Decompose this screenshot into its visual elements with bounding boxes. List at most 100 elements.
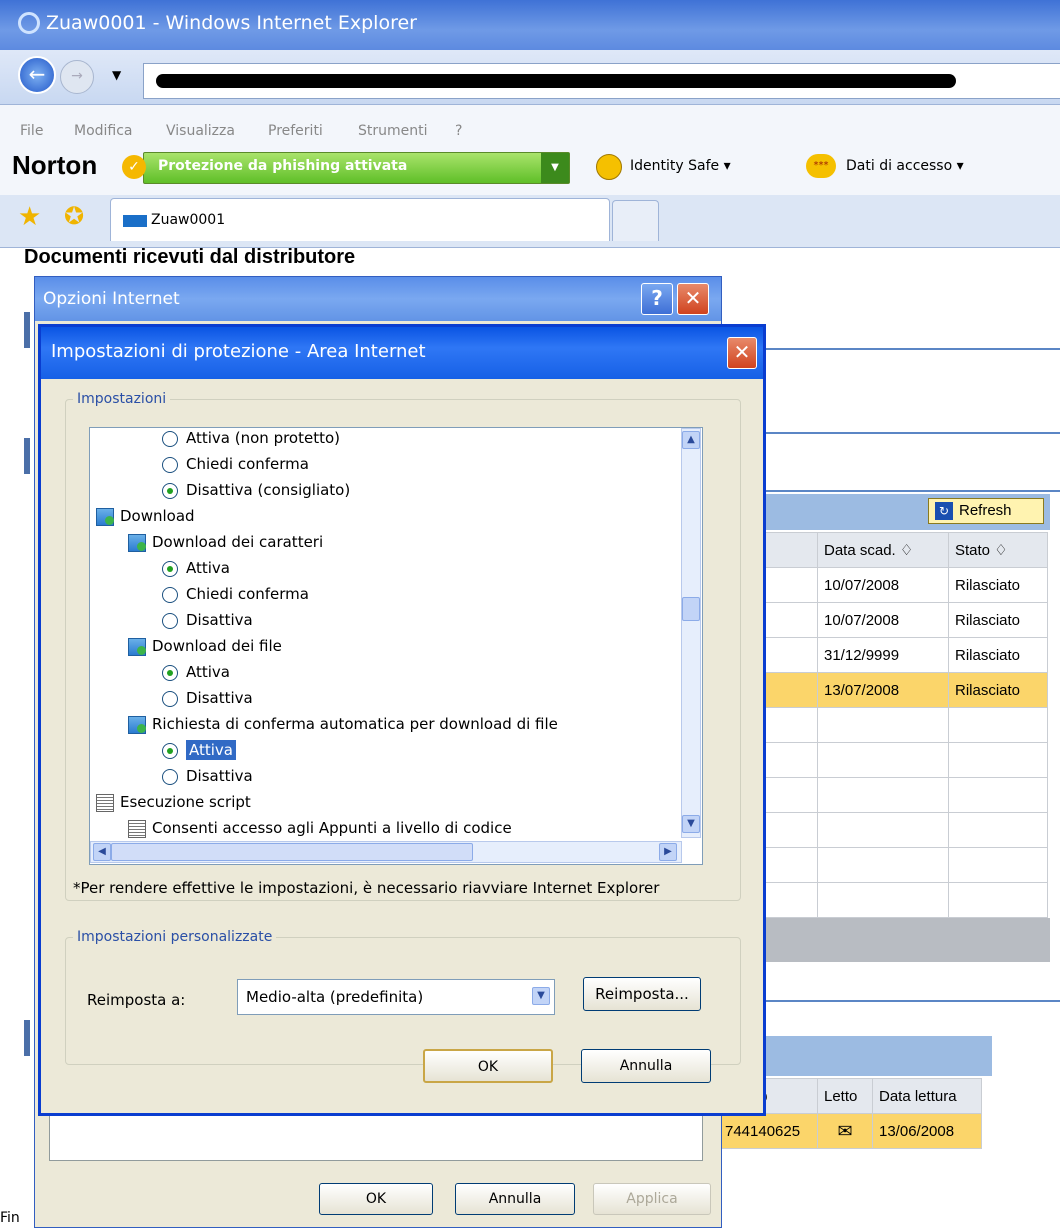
tree-group[interactable]: Download dei file [128, 637, 282, 656]
option-label: Attiva [186, 740, 236, 760]
favorites-star-icon[interactable]: ★ [18, 202, 41, 232]
column-header[interactable]: Data scad. ♢ [817, 532, 949, 568]
menu-preferiti[interactable]: Preferiti [268, 123, 323, 139]
add-favorite-icon[interactable]: ✪ [64, 202, 84, 230]
table-row[interactable] [718, 847, 1048, 883]
norton-logo: Norton [12, 150, 98, 180]
new-tab-button[interactable] [612, 200, 659, 241]
column-header[interactable]: Data lettura [872, 1078, 982, 1114]
option-label: Chiedi conferma [186, 455, 309, 473]
option-label: Disattiva [186, 611, 253, 629]
apply-button[interactable]: Applica [593, 1183, 711, 1215]
scroll-left-button[interactable]: ◀ [93, 843, 111, 861]
table-row[interactable] [718, 882, 1048, 918]
radio-checked-icon [162, 560, 178, 577]
tree-group[interactable]: Esecuzione script [96, 793, 251, 812]
scroll-thumb[interactable] [682, 597, 700, 621]
option-label: Attiva [186, 663, 230, 681]
history-dropdown-icon[interactable]: ▼ [112, 68, 121, 82]
close-button[interactable]: ✕ [677, 283, 709, 315]
table-row[interactable]: /200810/07/2008Rilasciato [718, 567, 1048, 603]
settings-tree-list[interactable]: Attiva (non protetto) Chiedi conferma Disa… [89, 427, 703, 865]
cancel-button[interactable]: Annulla [455, 1183, 575, 1215]
window-title: Zuaw0001 - Windows Internet Explorer [46, 12, 417, 34]
table-row[interactable] [718, 812, 1048, 848]
grid-footer-bar [720, 918, 1050, 962]
ok-button[interactable]: OK [319, 1183, 433, 1215]
radio-option[interactable]: Attiva [162, 740, 236, 760]
lock-icon [596, 154, 622, 180]
dialog-title-bar: Impostazioni di protezione - Area Intern… [41, 327, 763, 379]
table-row[interactable]: 744140625 ✉ 13/06/2008 [718, 1113, 982, 1149]
option-label: Download [120, 507, 195, 525]
close-button[interactable]: ✕ [727, 337, 757, 369]
scroll-down-button[interactable]: ▼ [682, 815, 700, 833]
table-cell: Rilasciato [948, 602, 1048, 638]
download-settings-icon [128, 533, 146, 552]
radio-option[interactable]: Attiva [162, 663, 230, 681]
browser-title-bar: Zuaw0001 - Windows Internet Explorer [0, 0, 1060, 50]
menu-file[interactable]: File [20, 123, 43, 139]
tree-group[interactable]: Richiesta di conferma automatica per dow… [128, 715, 558, 734]
table-row[interactable] [718, 742, 1048, 778]
scroll-right-button[interactable]: ▶ [659, 843, 677, 861]
help-button[interactable]: ? [641, 283, 673, 315]
radio-option[interactable]: Disattiva [162, 689, 253, 707]
column-header[interactable]: Letto [817, 1078, 873, 1114]
reset-level-select[interactable]: Medio-alta (predefinita) ▼ [237, 979, 555, 1015]
radio-option[interactable]: Disattiva [162, 767, 253, 785]
tree-group[interactable]: Download dei caratteri [128, 533, 323, 552]
documents-table: cr. ♢ Data scad. ♢ Stato ♢ /200810/07/20… [718, 532, 1048, 918]
menu-visualizza[interactable]: Visualizza [166, 123, 235, 139]
section-marker [24, 1020, 30, 1056]
login-data-label: Dati di accesso ▾ [846, 158, 964, 174]
phishing-protection-dropdown[interactable]: ✓ Protezione da phishing attivata ▼ [122, 152, 570, 184]
back-button[interactable]: ← [18, 56, 56, 94]
table-cell: 10/07/2008 [817, 602, 949, 638]
tab-zuaw0001[interactable]: Zuaw0001 [110, 198, 610, 241]
reset-button[interactable]: Reimposta... [583, 977, 701, 1011]
radio-option[interactable]: Disattiva [162, 611, 253, 629]
radio-option[interactable]: Attiva (non protetto) [162, 429, 340, 447]
divider [720, 490, 1060, 492]
option-label: Attiva [186, 559, 230, 577]
tree-group[interactable]: Consenti accesso agli Appunti a livello … [128, 819, 512, 838]
address-bar[interactable] [143, 63, 1060, 99]
scroll-up-button[interactable]: ▲ [682, 431, 700, 449]
radio-option[interactable]: Disattiva (consigliato) [162, 481, 350, 499]
divider [720, 1000, 1060, 1002]
cancel-button[interactable]: Annulla [581, 1049, 711, 1083]
radio-option[interactable]: Chiedi conferma [162, 455, 309, 473]
table-row[interactable] [718, 777, 1048, 813]
dialog-title: Impostazioni di protezione - Area Intern… [51, 341, 426, 362]
section-marker [24, 438, 30, 474]
menu-strumenti[interactable]: Strumenti [358, 123, 428, 139]
option-label: Download dei caratteri [152, 533, 324, 551]
radio-option[interactable]: Attiva [162, 559, 230, 577]
chevron-down-icon[interactable]: ▼ [532, 987, 550, 1005]
table-cell: Rilasciato [948, 637, 1048, 673]
download-settings-icon [96, 507, 114, 526]
table-cell: Rilasciato [948, 567, 1048, 603]
table-row[interactable]: /200831/12/9999Rilasciato [718, 637, 1048, 673]
column-header[interactable]: Stato ♢ [948, 532, 1048, 568]
ok-button[interactable]: OK [423, 1049, 553, 1083]
option-label: Disattiva [186, 689, 253, 707]
download-settings-icon [128, 715, 146, 734]
dialog-title: Opzioni Internet [43, 289, 180, 309]
reset-level-value: Medio-alta (predefinita) [246, 988, 424, 1006]
refresh-button[interactable]: ↻ Refresh [928, 498, 1044, 524]
option-label: Download dei file [152, 637, 282, 655]
menu-modifica[interactable]: Modifica [74, 123, 133, 139]
forward-button[interactable]: → [60, 60, 94, 94]
vertical-scrollbar[interactable]: ▲ ▼ [681, 428, 701, 838]
horizontal-scrollbar[interactable]: ◀ ▶ [90, 841, 682, 863]
radio-option[interactable]: Chiedi conferma [162, 585, 309, 603]
table-row[interactable]: /200810/07/2008Rilasciato [718, 602, 1048, 638]
menu-help[interactable]: ? [455, 123, 462, 139]
table-row[interactable] [718, 707, 1048, 743]
radio-unchecked-icon [162, 768, 178, 785]
scroll-thumb-horizontal[interactable] [111, 843, 473, 861]
table-row-selected[interactable]: /200813/07/2008Rilasciato [718, 672, 1048, 708]
tree-group[interactable]: Download [96, 507, 195, 526]
